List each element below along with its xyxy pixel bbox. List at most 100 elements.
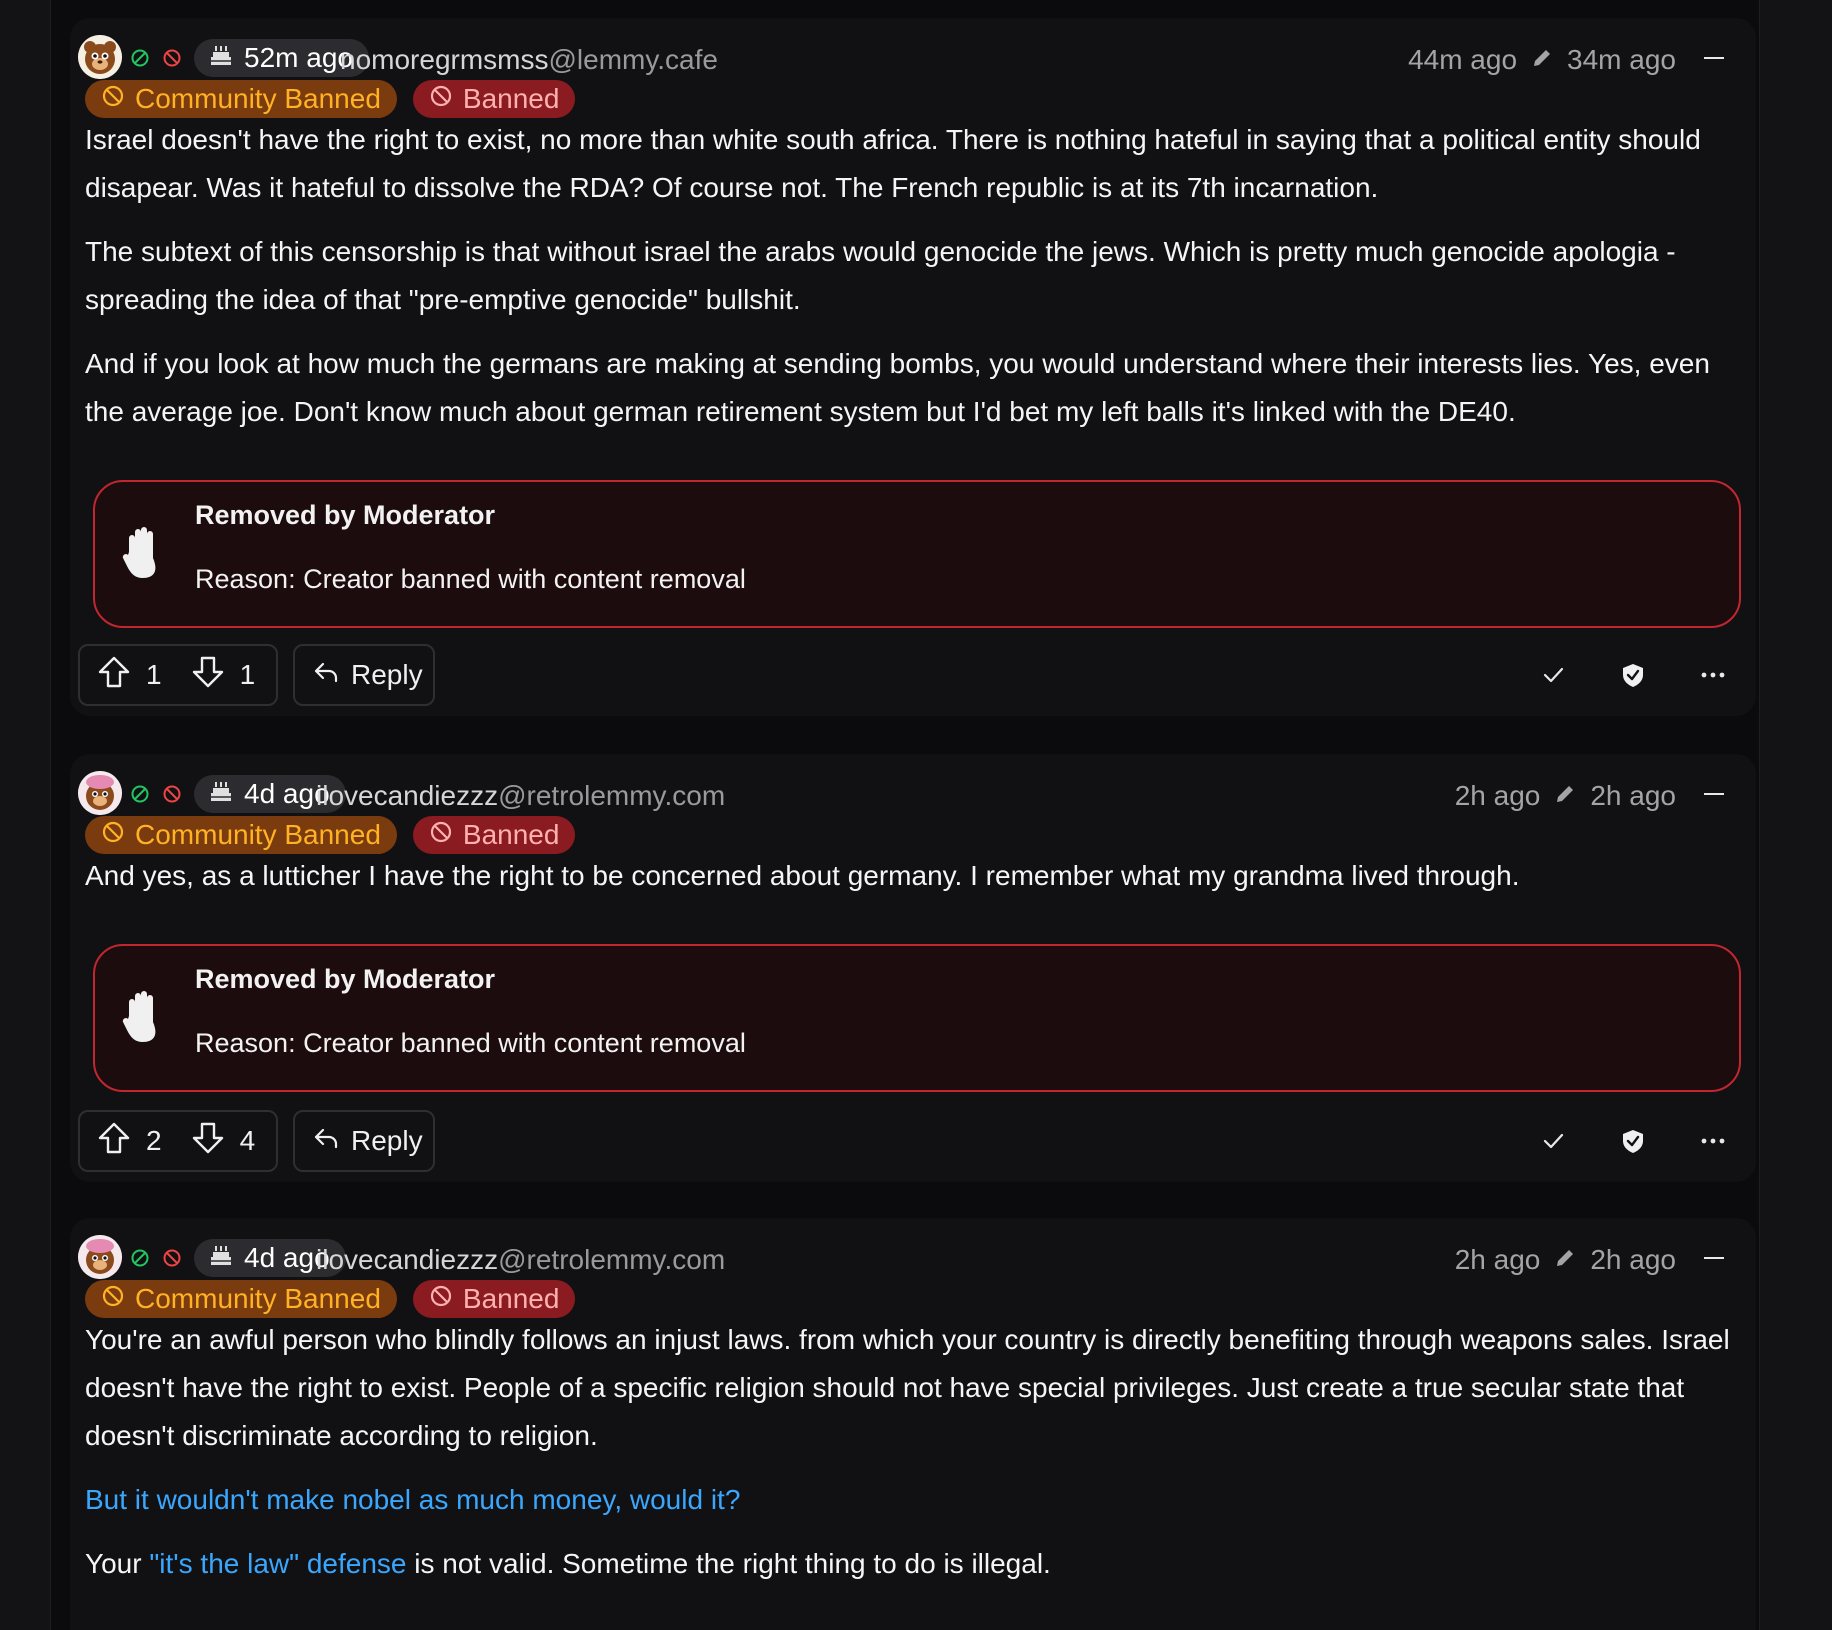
- comment-body: And yes, as a lutticher I have the right…: [85, 852, 1750, 916]
- paragraph: And yes, as a lutticher I have the right…: [85, 860, 1520, 891]
- avatar[interactable]: [78, 35, 122, 79]
- reply-icon: [311, 657, 341, 694]
- instance[interactable]: @retrolemmy.com: [498, 1244, 725, 1275]
- username[interactable]: nomoregrmsmss: [340, 44, 548, 75]
- username[interactable]: ilovecandiezzz: [316, 1244, 498, 1275]
- paragraph: And if you look at how much the germans …: [85, 348, 1710, 427]
- comment-body: Israel doesn't have the right to exist, …: [85, 116, 1750, 452]
- comment-card: 4d ago ilovecandiezzz@retrolemmy.com 2h …: [70, 1218, 1756, 1630]
- banned-badge: Banned: [412, 80, 576, 118]
- comment-card: 52m ago nomoregrmsmss@lemmy.cafe 44m ago…: [70, 18, 1756, 716]
- community-banned-badge: Community Banned: [85, 816, 397, 854]
- removed-title: Removed by Moderator: [195, 500, 496, 530]
- shield-icon[interactable]: [1618, 660, 1648, 690]
- hand-stop-icon: [121, 526, 165, 582]
- collapse-icon[interactable]: [1704, 783, 1726, 805]
- timestamps: 44m ago 34m ago: [1408, 44, 1676, 76]
- comment-actions: 1 1 Reply: [78, 644, 1746, 706]
- hand-stop-icon: [121, 990, 165, 1046]
- cake-icon: [208, 778, 234, 811]
- downvote-count: 4: [239, 1125, 256, 1156]
- edit-pencil-icon: [1531, 44, 1553, 76]
- ban-icon: [101, 83, 125, 115]
- upvote-count: 2: [146, 1125, 162, 1156]
- author-link[interactable]: ilovecandiezzz@retrolemmy.com: [316, 780, 725, 812]
- edited-time: 2h ago: [1590, 1244, 1676, 1275]
- edit-pencil-icon: [1554, 1244, 1576, 1276]
- ban-icon: [429, 819, 453, 851]
- collapse-icon[interactable]: [1704, 1247, 1726, 1269]
- ban-icon: [162, 1248, 182, 1268]
- ban-icon: [429, 83, 453, 115]
- vote-buttons: 1 1: [78, 644, 278, 706]
- arrow-up-icon[interactable]: [96, 1120, 132, 1163]
- online-icon: [130, 1248, 150, 1268]
- check-icon[interactable]: [1538, 1126, 1568, 1156]
- comment-header: 4d ago ilovecandiezzz@retrolemmy.com 2h …: [78, 764, 1746, 818]
- paragraph: Your "it's the law" defense is not valid…: [85, 1548, 1051, 1579]
- avatar[interactable]: [78, 1235, 122, 1279]
- downvote-count: 1: [239, 659, 256, 690]
- ban-icon: [101, 1283, 125, 1315]
- inline-link[interactable]: "it's the law" defense: [149, 1548, 406, 1579]
- page-margin-right: [1760, 0, 1832, 1630]
- arrow-down-icon[interactable]: [190, 1120, 226, 1163]
- badges: Community Banned Banned: [85, 80, 576, 118]
- avatar[interactable]: [78, 771, 122, 815]
- timestamps: 2h ago 2h ago: [1455, 780, 1676, 812]
- community-banned-badge: Community Banned: [85, 80, 397, 118]
- badges: Community Banned Banned: [85, 816, 576, 854]
- check-icon[interactable]: [1538, 660, 1568, 690]
- more-icon[interactable]: [1698, 1126, 1728, 1156]
- banned-badge: Banned: [412, 816, 576, 854]
- collapse-icon[interactable]: [1704, 47, 1726, 69]
- more-icon[interactable]: [1698, 660, 1728, 690]
- arrow-down-icon[interactable]: [190, 654, 226, 697]
- removed-reason: Reason: Creator banned with content remo…: [195, 564, 746, 594]
- published-time: 2h ago: [1454, 780, 1541, 811]
- paragraph: The subtext of this censorship is that w…: [85, 236, 1676, 315]
- timestamps: 2h ago 2h ago: [1455, 1244, 1676, 1276]
- ban-icon: [162, 784, 182, 804]
- published-time: 44m ago: [1408, 44, 1518, 75]
- online-icon: [130, 48, 150, 68]
- ban-icon: [429, 1283, 453, 1315]
- author-link[interactable]: ilovecandiezzz@retrolemmy.com: [316, 1244, 725, 1276]
- online-icon: [130, 784, 150, 804]
- paragraph: Israel doesn't have the right to exist, …: [85, 124, 1701, 203]
- instance[interactable]: @retrolemmy.com: [498, 780, 725, 811]
- removed-notice: Removed by Moderator Reason: Creator ban…: [93, 480, 1741, 628]
- cake-icon: [208, 42, 234, 75]
- paragraph: You're an awful person who blindly follo…: [85, 1324, 1730, 1451]
- page-margin-left: [0, 0, 50, 1630]
- comment-header: 4d ago ilovecandiezzz@retrolemmy.com 2h …: [78, 1228, 1746, 1282]
- reply-button[interactable]: Reply: [293, 644, 435, 706]
- shield-icon[interactable]: [1618, 1126, 1648, 1156]
- inline-link[interactable]: But it wouldn't make nobel as much money…: [85, 1484, 740, 1515]
- username[interactable]: ilovecandiezzz: [316, 780, 498, 811]
- comment-body: You're an awful person who blindly follo…: [85, 1316, 1750, 1604]
- comment-actions: 2 4 Reply: [78, 1110, 1746, 1172]
- account-age: 52m ago: [244, 42, 353, 73]
- removed-title: Removed by Moderator: [195, 964, 496, 994]
- banned-badge: Banned: [412, 1280, 576, 1318]
- upvote-count: 1: [146, 659, 162, 690]
- reply-icon: [311, 1123, 341, 1160]
- author-link[interactable]: nomoregrmsmss@lemmy.cafe: [340, 44, 718, 76]
- arrow-up-icon[interactable]: [96, 654, 132, 697]
- reply-button[interactable]: Reply: [293, 1110, 435, 1172]
- ban-icon: [101, 819, 125, 851]
- badges: Community Banned Banned: [85, 1280, 576, 1318]
- instance[interactable]: @lemmy.cafe: [548, 44, 718, 75]
- ban-icon: [162, 48, 182, 68]
- edited-time: 2h ago: [1590, 780, 1676, 811]
- paragraph: But it wouldn't make nobel as much money…: [85, 1476, 1750, 1524]
- edit-pencil-icon: [1554, 780, 1576, 812]
- edited-time: 34m ago: [1567, 44, 1676, 75]
- cake-icon: [208, 1242, 234, 1275]
- comment-header: 52m ago nomoregrmsmss@lemmy.cafe 44m ago…: [78, 28, 1746, 82]
- published-time: 2h ago: [1454, 1244, 1541, 1275]
- vote-buttons: 2 4: [78, 1110, 278, 1172]
- comment-card: 4d ago ilovecandiezzz@retrolemmy.com 2h …: [70, 754, 1756, 1182]
- removed-notice: Removed by Moderator Reason: Creator ban…: [93, 944, 1741, 1092]
